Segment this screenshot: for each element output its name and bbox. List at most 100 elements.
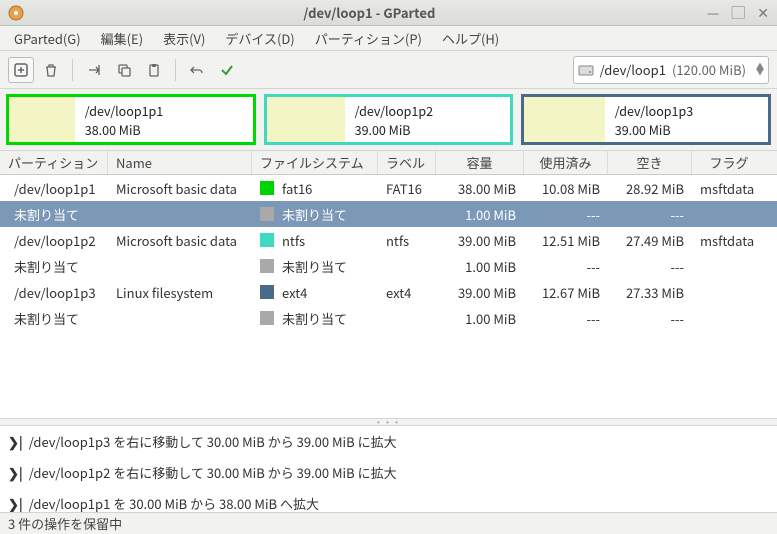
cell-name: Linux filesystem (108, 283, 252, 302)
col-used[interactable]: 使用済み (524, 151, 608, 174)
disk-icon (578, 62, 594, 78)
status-bar: 3 件の操作を保留中 (0, 512, 777, 534)
status-text: 3 件の操作を保留中 (8, 514, 122, 533)
close-button[interactable]: ✕ (757, 6, 769, 20)
cell-free: 27.49 MiB (608, 231, 692, 250)
app-icon (8, 5, 24, 21)
diskmap-info: /dev/loop1p138.00 MiB (75, 97, 253, 142)
diskmap-partition[interactable]: /dev/loop1p239.00 MiB (264, 94, 514, 145)
cell-label: ntfs (378, 231, 436, 250)
menubar: GParted(G) 編集(E) 表示(V) デバイス(D) パーティション(P… (0, 26, 777, 51)
toolbar: /dev/loop1 (120.00 MiB) ▲▼ (0, 51, 777, 89)
table-row[interactable]: /dev/loop1p3Linux filesystemext4ext439.0… (0, 279, 777, 305)
partition-table-header: パーティション Name ファイルシステム ラベル 容量 使用済み 空き フラグ (0, 151, 777, 175)
maximize-button[interactable]: ▢ (731, 6, 745, 20)
menu-view[interactable]: 表示(V) (155, 26, 213, 51)
device-size: (120.00 MiB) (672, 60, 746, 79)
diskmap-partition-name: /dev/loop1p3 (615, 101, 768, 120)
cell-capacity: 39.00 MiB (436, 231, 524, 250)
table-row[interactable]: /dev/loop1p1Microsoft basic datafat16FAT… (0, 175, 777, 201)
resize-op-icon: ❯| (8, 463, 23, 482)
col-capacity[interactable]: 容量 (436, 151, 524, 174)
fs-color-swatch (260, 207, 274, 221)
fs-color-swatch (260, 285, 274, 299)
cell-used: --- (524, 257, 608, 276)
table-row[interactable]: /dev/loop1p2Microsoft basic datantfsntfs… (0, 227, 777, 253)
cell-used: 12.67 MiB (524, 283, 608, 302)
cell-filesystem: 未割り当て (252, 257, 378, 276)
col-flags[interactable]: フラグ (692, 151, 766, 174)
cell-filesystem: 未割り当て (252, 309, 378, 328)
table-empty-area (0, 331, 777, 418)
cell-capacity: 1.00 MiB (436, 205, 524, 224)
table-row[interactable]: 未割り当て未割り当て1.00 MiB------ (0, 305, 777, 331)
cell-name: Microsoft basic data (108, 231, 252, 250)
cell-filesystem: 未割り当て (252, 205, 378, 224)
diskmap-used-fill (524, 97, 604, 142)
splitter-handle[interactable]: • • • (0, 418, 777, 426)
new-partition-button[interactable] (8, 57, 34, 83)
cell-free: --- (608, 257, 692, 276)
cell-used: --- (524, 309, 608, 328)
delete-partition-button[interactable] (38, 57, 64, 83)
undo-button[interactable] (184, 57, 210, 83)
fs-color-swatch (260, 259, 274, 273)
menu-partition[interactable]: パーティション(P) (307, 26, 430, 51)
apply-button[interactable] (214, 57, 240, 83)
partition-table: /dev/loop1p1Microsoft basic datafat16FAT… (0, 175, 777, 331)
operation-text: /dev/loop1p1 を 30.00 MiB から 38.00 MiB へ拡… (29, 494, 319, 513)
cell-partition: /dev/loop1p2 (0, 231, 108, 250)
cell-free: 28.92 MiB (608, 179, 692, 198)
window-title: /dev/loop1 - GParted (32, 3, 707, 22)
device-selector[interactable]: /dev/loop1 (120.00 MiB) ▲▼ (573, 56, 769, 84)
cell-capacity: 1.00 MiB (436, 257, 524, 276)
cell-capacity: 39.00 MiB (436, 283, 524, 302)
operation-row[interactable]: ❯|/dev/loop1p3 を右に移動して 30.00 MiB から 39.0… (0, 426, 777, 457)
toolbar-separator (175, 59, 176, 81)
menu-edit[interactable]: 編集(E) (93, 26, 151, 51)
diskmap-info: /dev/loop1p339.00 MiB (605, 97, 768, 142)
operation-row[interactable]: ❯| /dev/loop1p1 を 30.00 MiB から 38.00 MiB … (0, 488, 777, 513)
diskmap-partition[interactable]: /dev/loop1p339.00 MiB (521, 94, 771, 145)
paste-button[interactable] (141, 57, 167, 83)
cell-label: ext4 (378, 283, 436, 302)
cell-label: FAT16 (378, 179, 436, 198)
resize-move-button[interactable] (81, 57, 107, 83)
fs-color-swatch (260, 233, 274, 247)
menu-device[interactable]: デバイス(D) (217, 26, 302, 51)
fs-color-swatch (260, 181, 274, 195)
cell-partition: 未割り当て (0, 257, 108, 276)
col-free[interactable]: 空き (608, 151, 692, 174)
diskmap-partition-name: /dev/loop1p2 (355, 101, 511, 120)
cell-free: --- (608, 309, 692, 328)
diskmap-partition-size: 38.00 MiB (85, 120, 253, 139)
col-label[interactable]: ラベル (378, 151, 436, 174)
resize-op-icon: ❯| (8, 494, 23, 513)
col-name[interactable]: Name (108, 151, 252, 174)
titlebar: /dev/loop1 - GParted — ▢ ✕ (0, 0, 777, 26)
diskmap-partition[interactable]: /dev/loop1p138.00 MiB (6, 94, 256, 145)
cell-used: --- (524, 205, 608, 224)
cell-partition: /dev/loop1p3 (0, 283, 108, 302)
diskmap-partition-name: /dev/loop1p1 (85, 101, 253, 120)
cell-name: Microsoft basic data (108, 179, 252, 198)
cell-free: 27.33 MiB (608, 283, 692, 302)
diskmap-used-fill (9, 97, 75, 142)
diskmap-partition-size: 39.00 MiB (615, 120, 768, 139)
fs-color-swatch (260, 311, 274, 325)
toolbar-separator (72, 59, 73, 81)
table-row[interactable]: 未割り当て未割り当て1.00 MiB------ (0, 253, 777, 279)
col-filesystem[interactable]: ファイルシステム (252, 151, 378, 174)
operation-row[interactable]: ❯| /dev/loop1p2 を右に移動して 30.00 MiB から 39.0… (0, 457, 777, 488)
operation-text: /dev/loop1p2 を右に移動して 30.00 MiB から 39.00 … (29, 463, 397, 482)
copy-button[interactable] (111, 57, 137, 83)
minimize-button[interactable]: — (707, 6, 720, 20)
cell-used: 12.51 MiB (524, 231, 608, 250)
table-row[interactable]: 未割り当て未割り当て1.00 MiB------ (0, 201, 777, 227)
diskmap-used-fill (267, 97, 345, 142)
col-partition[interactable]: パーティション (0, 151, 108, 174)
menu-gparted[interactable]: GParted(G) (6, 26, 89, 51)
device-name: /dev/loop1 (600, 60, 666, 79)
menu-help[interactable]: ヘルプ(H) (434, 26, 507, 51)
cell-partition: 未割り当て (0, 309, 108, 328)
